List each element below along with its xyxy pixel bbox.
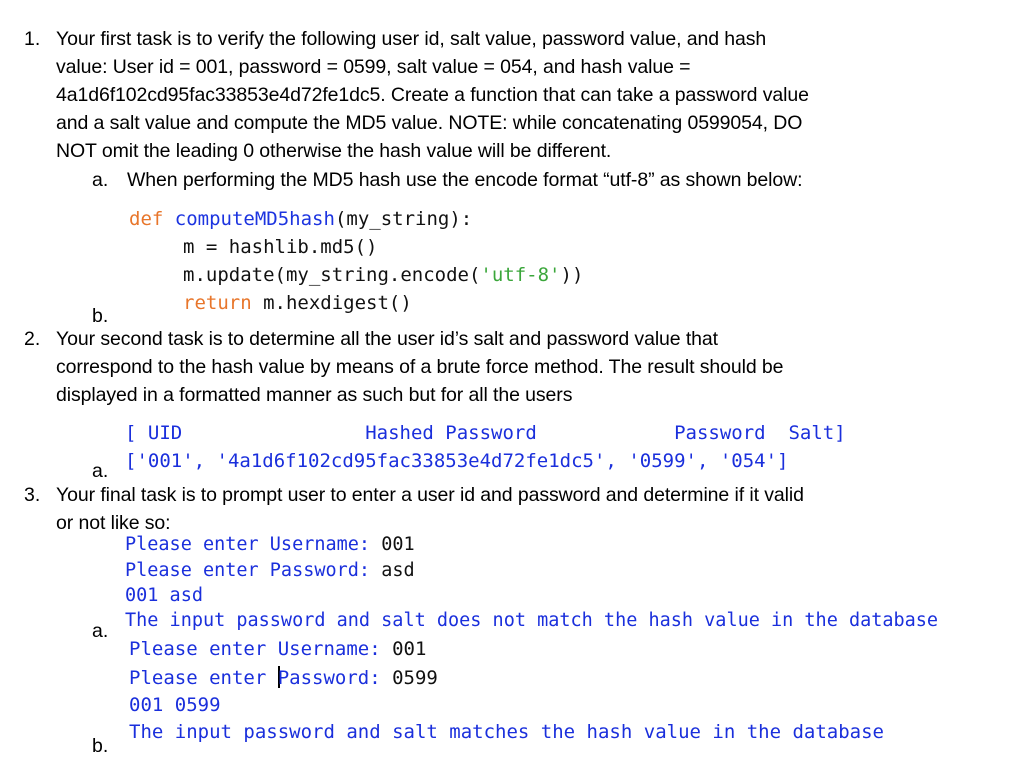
- function-name: computeMD5hash: [174, 208, 335, 230]
- username-value: 001: [381, 534, 415, 555]
- example-a-username-line: Please enter Username: 001: [125, 534, 415, 555]
- example-a-password-line: Please enter Password: asd: [125, 560, 415, 581]
- example-a-label: a.: [92, 620, 109, 642]
- output-header: [ UID Hashed Password Password Salt]: [125, 422, 846, 444]
- code-line-2: m = hashlib.md5(): [183, 236, 378, 258]
- example-b-label: b.: [92, 735, 109, 757]
- task-1a-text: When performing the MD5 hash use the enc…: [127, 169, 803, 191]
- code-line-1: def computeMD5hash(my_string):: [129, 208, 472, 230]
- task-3-line-2: or not like so:: [56, 512, 171, 534]
- task-3-line-1: Your final task is to prompt user to ent…: [56, 484, 804, 506]
- username-prompt: Please enter Username:: [129, 638, 393, 660]
- def-keyword: def: [129, 208, 164, 230]
- password-prompt-start: Please enter: [129, 667, 278, 689]
- task-2-line-1: Your second task is to determine all the…: [56, 328, 718, 350]
- return-keyword: return: [183, 292, 252, 314]
- example-a-echo: 001 asd: [125, 585, 203, 606]
- example-b-password-line: Please enter Password: 0599: [129, 666, 438, 689]
- example-b-username-line: Please enter Username: 001: [129, 638, 426, 660]
- task-1-number: 1.: [24, 28, 41, 50]
- task-2a-label: a.: [92, 460, 109, 482]
- output-row: ['001', '4a1d6f102cd95fac33853e4d72fe1dc…: [125, 450, 789, 472]
- utf8-string: 'utf-8': [480, 264, 561, 286]
- example-b-echo: 001 0599: [129, 694, 221, 716]
- task-2-line-2: correspond to the hash value by means of…: [56, 356, 784, 378]
- task-1-line-1: Your first task is to verify the followi…: [56, 28, 767, 50]
- task-1-line-5: NOT omit the leading 0 otherwise the has…: [56, 140, 612, 162]
- task-1-line-3: 4a1d6f102cd95fac33853e4d72fe1dc5. Create…: [56, 84, 809, 106]
- task-1-line-2: value: User id = 001, password = 0599, s…: [56, 56, 691, 78]
- task-1b-label: b.: [92, 305, 109, 327]
- code-line-3-call: m.update(my_string.encode(: [183, 264, 481, 286]
- function-signature: (my_string):: [334, 208, 473, 230]
- task-2-number: 2.: [24, 328, 41, 350]
- password-value: 0599: [392, 667, 438, 689]
- password-value: asd: [381, 560, 415, 581]
- example-b-result: The input password and salt matches the …: [129, 721, 884, 743]
- task-1a-label: a.: [92, 169, 109, 191]
- password-prompt-end: Password:: [277, 667, 393, 689]
- code-line-3-close: )): [560, 264, 584, 286]
- task-3-number: 3.: [24, 484, 41, 506]
- username-value: 001: [392, 638, 427, 660]
- username-prompt: Please enter Username:: [125, 534, 382, 555]
- code-line-3: m.update(my_string.encode('utf-8')): [183, 264, 583, 286]
- example-a-result: The input password and salt does not mat…: [125, 610, 939, 631]
- code-line-4: return m.hexdigest(): [183, 292, 412, 314]
- return-expression: m.hexdigest(): [251, 292, 412, 314]
- password-prompt: Please enter Password:: [125, 560, 382, 581]
- task-2-line-3: displayed in a formatted manner as such …: [56, 384, 573, 406]
- task-1-line-4: and a salt value and compute the MD5 val…: [56, 112, 803, 134]
